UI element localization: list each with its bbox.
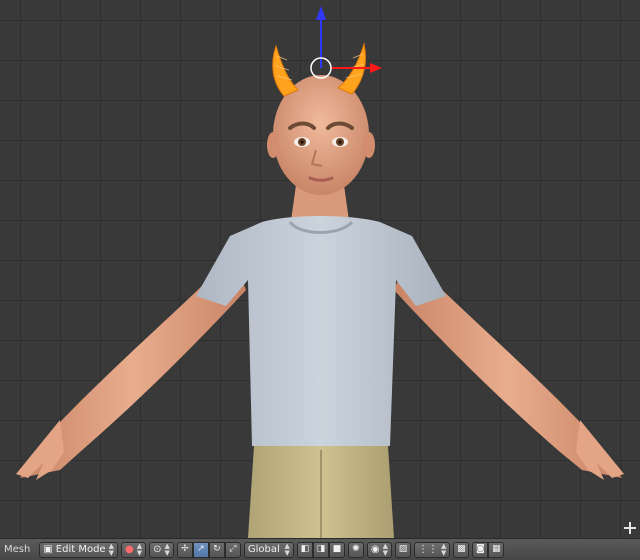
orientation-label: Global <box>247 544 280 555</box>
vertex-select-icon[interactable]: ◧ <box>296 541 313 558</box>
transform-manipulator <box>310 6 382 79</box>
snap-element-dropdown[interactable]: ⋮⋮ ▲ ▼ <box>414 541 451 558</box>
dropdown-arrows-icon: ▲ ▼ <box>164 541 170 557</box>
dropdown-arrows-icon: ▲ ▼ <box>136 541 143 557</box>
axis-icon[interactable]: ✢ <box>176 541 193 558</box>
render-preview-icon[interactable]: ▦ <box>488 541 505 558</box>
dropdown-arrows-icon: ▲ ▼ <box>284 541 290 557</box>
t-shirt <box>196 216 446 446</box>
viewport-header: Mesh ▣ Edit Mode ▲ ▼ ● ▲ ▼ ⊙ ▲ ▼ ✢ ↗ ↻ ⤢ Gl… <box>0 538 640 560</box>
manipulator-group: ✢ ↗ ↻ ⤢ <box>176 541 241 558</box>
character-model <box>16 6 624 538</box>
left-hand <box>16 420 64 480</box>
sphere-icon: ● <box>124 544 134 555</box>
camera-icon[interactable]: ◙ <box>472 541 489 558</box>
edge-select-icon[interactable]: ◨ <box>312 541 329 558</box>
rotate-icon[interactable]: ↻ <box>208 541 225 558</box>
mode-dropdown[interactable]: ▣ Edit Mode ▲ ▼ <box>39 541 118 558</box>
face-select-icon[interactable]: ■ <box>328 541 345 558</box>
ring-icon: ◉ <box>370 544 380 555</box>
scale-icon[interactable]: ⤢ <box>224 541 241 558</box>
snap-toggle-icon[interactable]: ▨ <box>395 541 411 558</box>
mode-label: Edit Mode <box>55 544 106 555</box>
right-hand <box>576 420 624 480</box>
snap-target-icon[interactable]: ▩ <box>453 541 470 558</box>
cube-icon: ▣ <box>43 544 53 555</box>
magnet-icon: ⋮⋮ <box>418 544 438 555</box>
limit-selection-icon[interactable]: ✺ <box>347 541 364 558</box>
left-horn <box>272 44 299 97</box>
3d-viewport[interactable] <box>0 0 640 538</box>
pivot-icon: ⊙ <box>153 544 162 555</box>
proportional-editing-dropdown[interactable]: ◉ ▲ ▼ <box>366 541 392 558</box>
layers-group: ◧ ◨ ■ <box>296 541 345 558</box>
dropdown-arrows-icon: ▲ ▼ <box>108 541 114 557</box>
left-ear <box>267 132 279 158</box>
right-ear <box>363 132 375 158</box>
render-group: ◙ ▦ <box>472 541 505 558</box>
viewport-shading-dropdown[interactable]: ● ▲ ▼ <box>120 541 147 558</box>
editor-type-label: Mesh <box>4 544 31 555</box>
arrow-icon[interactable]: ↗ <box>192 541 209 558</box>
pivot-point-dropdown[interactable]: ⊙ ▲ ▼ <box>149 541 174 558</box>
transform-orientation-dropdown[interactable]: Global ▲ ▼ <box>243 541 294 558</box>
dropdown-arrows-icon: ▲ ▼ <box>441 541 447 557</box>
crosshair-icon[interactable] <box>624 522 636 534</box>
dropdown-arrows-icon: ▲ ▼ <box>382 541 388 557</box>
